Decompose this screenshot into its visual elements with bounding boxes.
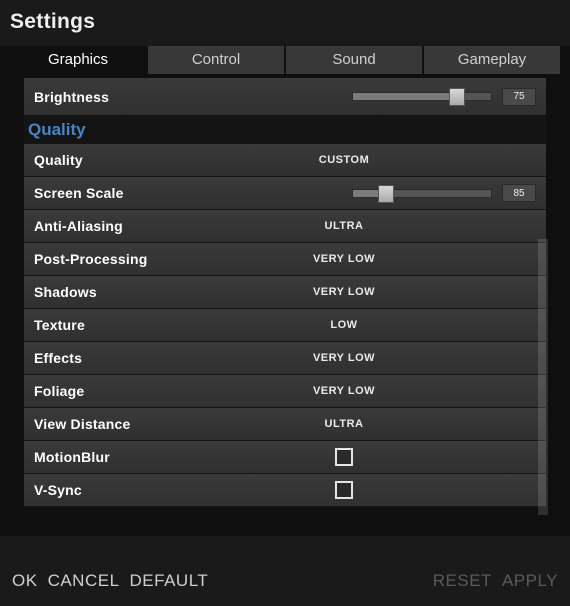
slider-screen-scale[interactable]: 85 [192, 184, 536, 202]
tab-graphics[interactable]: Graphics [10, 46, 146, 74]
value-shadows: VERY LOW [192, 286, 536, 298]
scrollbar[interactable] [538, 239, 548, 515]
footer-left: OK CANCEL DEFAULT [12, 571, 208, 591]
slider-thumb[interactable] [449, 88, 465, 106]
value-quality: CUSTOM [192, 154, 536, 166]
settings-list: Brightness 75 Quality Quality CUSTOM Scr… [24, 78, 546, 536]
footer-right: RESET APPLY [433, 571, 558, 591]
settings-window: Settings Graphics Control Sound Gameplay… [0, 0, 570, 606]
window-title: Settings [10, 10, 560, 34]
brightness-value[interactable]: 75 [502, 88, 536, 106]
row-post-processing[interactable]: Post-Processing VERY LOW [24, 243, 546, 276]
row-shadows[interactable]: Shadows VERY LOW [24, 276, 546, 309]
settings-content: Brightness 75 Quality Quality CUSTOM Scr… [0, 74, 570, 536]
value-view-distance: ULTRA [192, 418, 536, 430]
ok-button[interactable]: OK [12, 571, 38, 591]
row-texture[interactable]: Texture LOW [24, 309, 546, 342]
label-vsync: V-Sync [34, 482, 184, 498]
label-screen-scale: Screen Scale [34, 185, 184, 201]
value-foliage: VERY LOW [192, 385, 536, 397]
value-texture: LOW [192, 319, 536, 331]
slider-track[interactable] [352, 189, 492, 198]
slider-fill [353, 93, 457, 100]
row-foliage[interactable]: Foliage VERY LOW [24, 375, 546, 408]
footer: OK CANCEL DEFAULT RESET APPLY [0, 536, 570, 606]
row-screen-scale: Screen Scale 85 [24, 177, 546, 210]
section-quality-label: Quality [28, 120, 86, 140]
label-shadows: Shadows [34, 284, 184, 300]
apply-button[interactable]: APPLY [502, 571, 558, 591]
label-motion-blur: MotionBlur [34, 449, 184, 465]
value-effects: VERY LOW [192, 352, 536, 364]
row-brightness: Brightness 75 [24, 78, 546, 116]
row-quality[interactable]: Quality CUSTOM [24, 144, 546, 177]
titlebar: Settings [0, 0, 570, 46]
reset-button[interactable]: RESET [433, 571, 492, 591]
tab-control[interactable]: Control [148, 46, 284, 74]
label-quality: Quality [34, 152, 184, 168]
row-vsync[interactable]: V-Sync [24, 474, 546, 507]
default-button[interactable]: DEFAULT [130, 571, 209, 591]
tab-gameplay[interactable]: Gameplay [424, 46, 560, 74]
value-post: VERY LOW [192, 253, 536, 265]
checkbox-box[interactable] [335, 481, 353, 499]
screen-scale-value[interactable]: 85 [502, 184, 536, 202]
value-aa: ULTRA [192, 220, 536, 232]
label-effects: Effects [34, 350, 184, 366]
tab-sound[interactable]: Sound [286, 46, 422, 74]
row-motion-blur[interactable]: MotionBlur [24, 441, 546, 474]
label-post: Post-Processing [34, 251, 184, 267]
checkbox-box[interactable] [335, 448, 353, 466]
row-view-distance[interactable]: View Distance ULTRA [24, 408, 546, 441]
label-foliage: Foliage [34, 383, 184, 399]
label-brightness: Brightness [34, 89, 184, 105]
slider-track[interactable] [352, 92, 492, 101]
cancel-button[interactable]: CANCEL [48, 571, 120, 591]
label-view-distance: View Distance [34, 416, 184, 432]
row-anti-aliasing[interactable]: Anti-Aliasing ULTRA [24, 210, 546, 243]
tabs: Graphics Control Sound Gameplay [0, 46, 570, 74]
section-quality: Quality [24, 116, 546, 144]
checkbox-motion-blur[interactable] [192, 448, 536, 466]
label-texture: Texture [34, 317, 184, 333]
label-aa: Anti-Aliasing [34, 218, 184, 234]
row-effects[interactable]: Effects VERY LOW [24, 342, 546, 375]
slider-thumb[interactable] [378, 185, 394, 203]
checkbox-vsync[interactable] [192, 481, 536, 499]
slider-brightness[interactable]: 75 [192, 88, 536, 106]
